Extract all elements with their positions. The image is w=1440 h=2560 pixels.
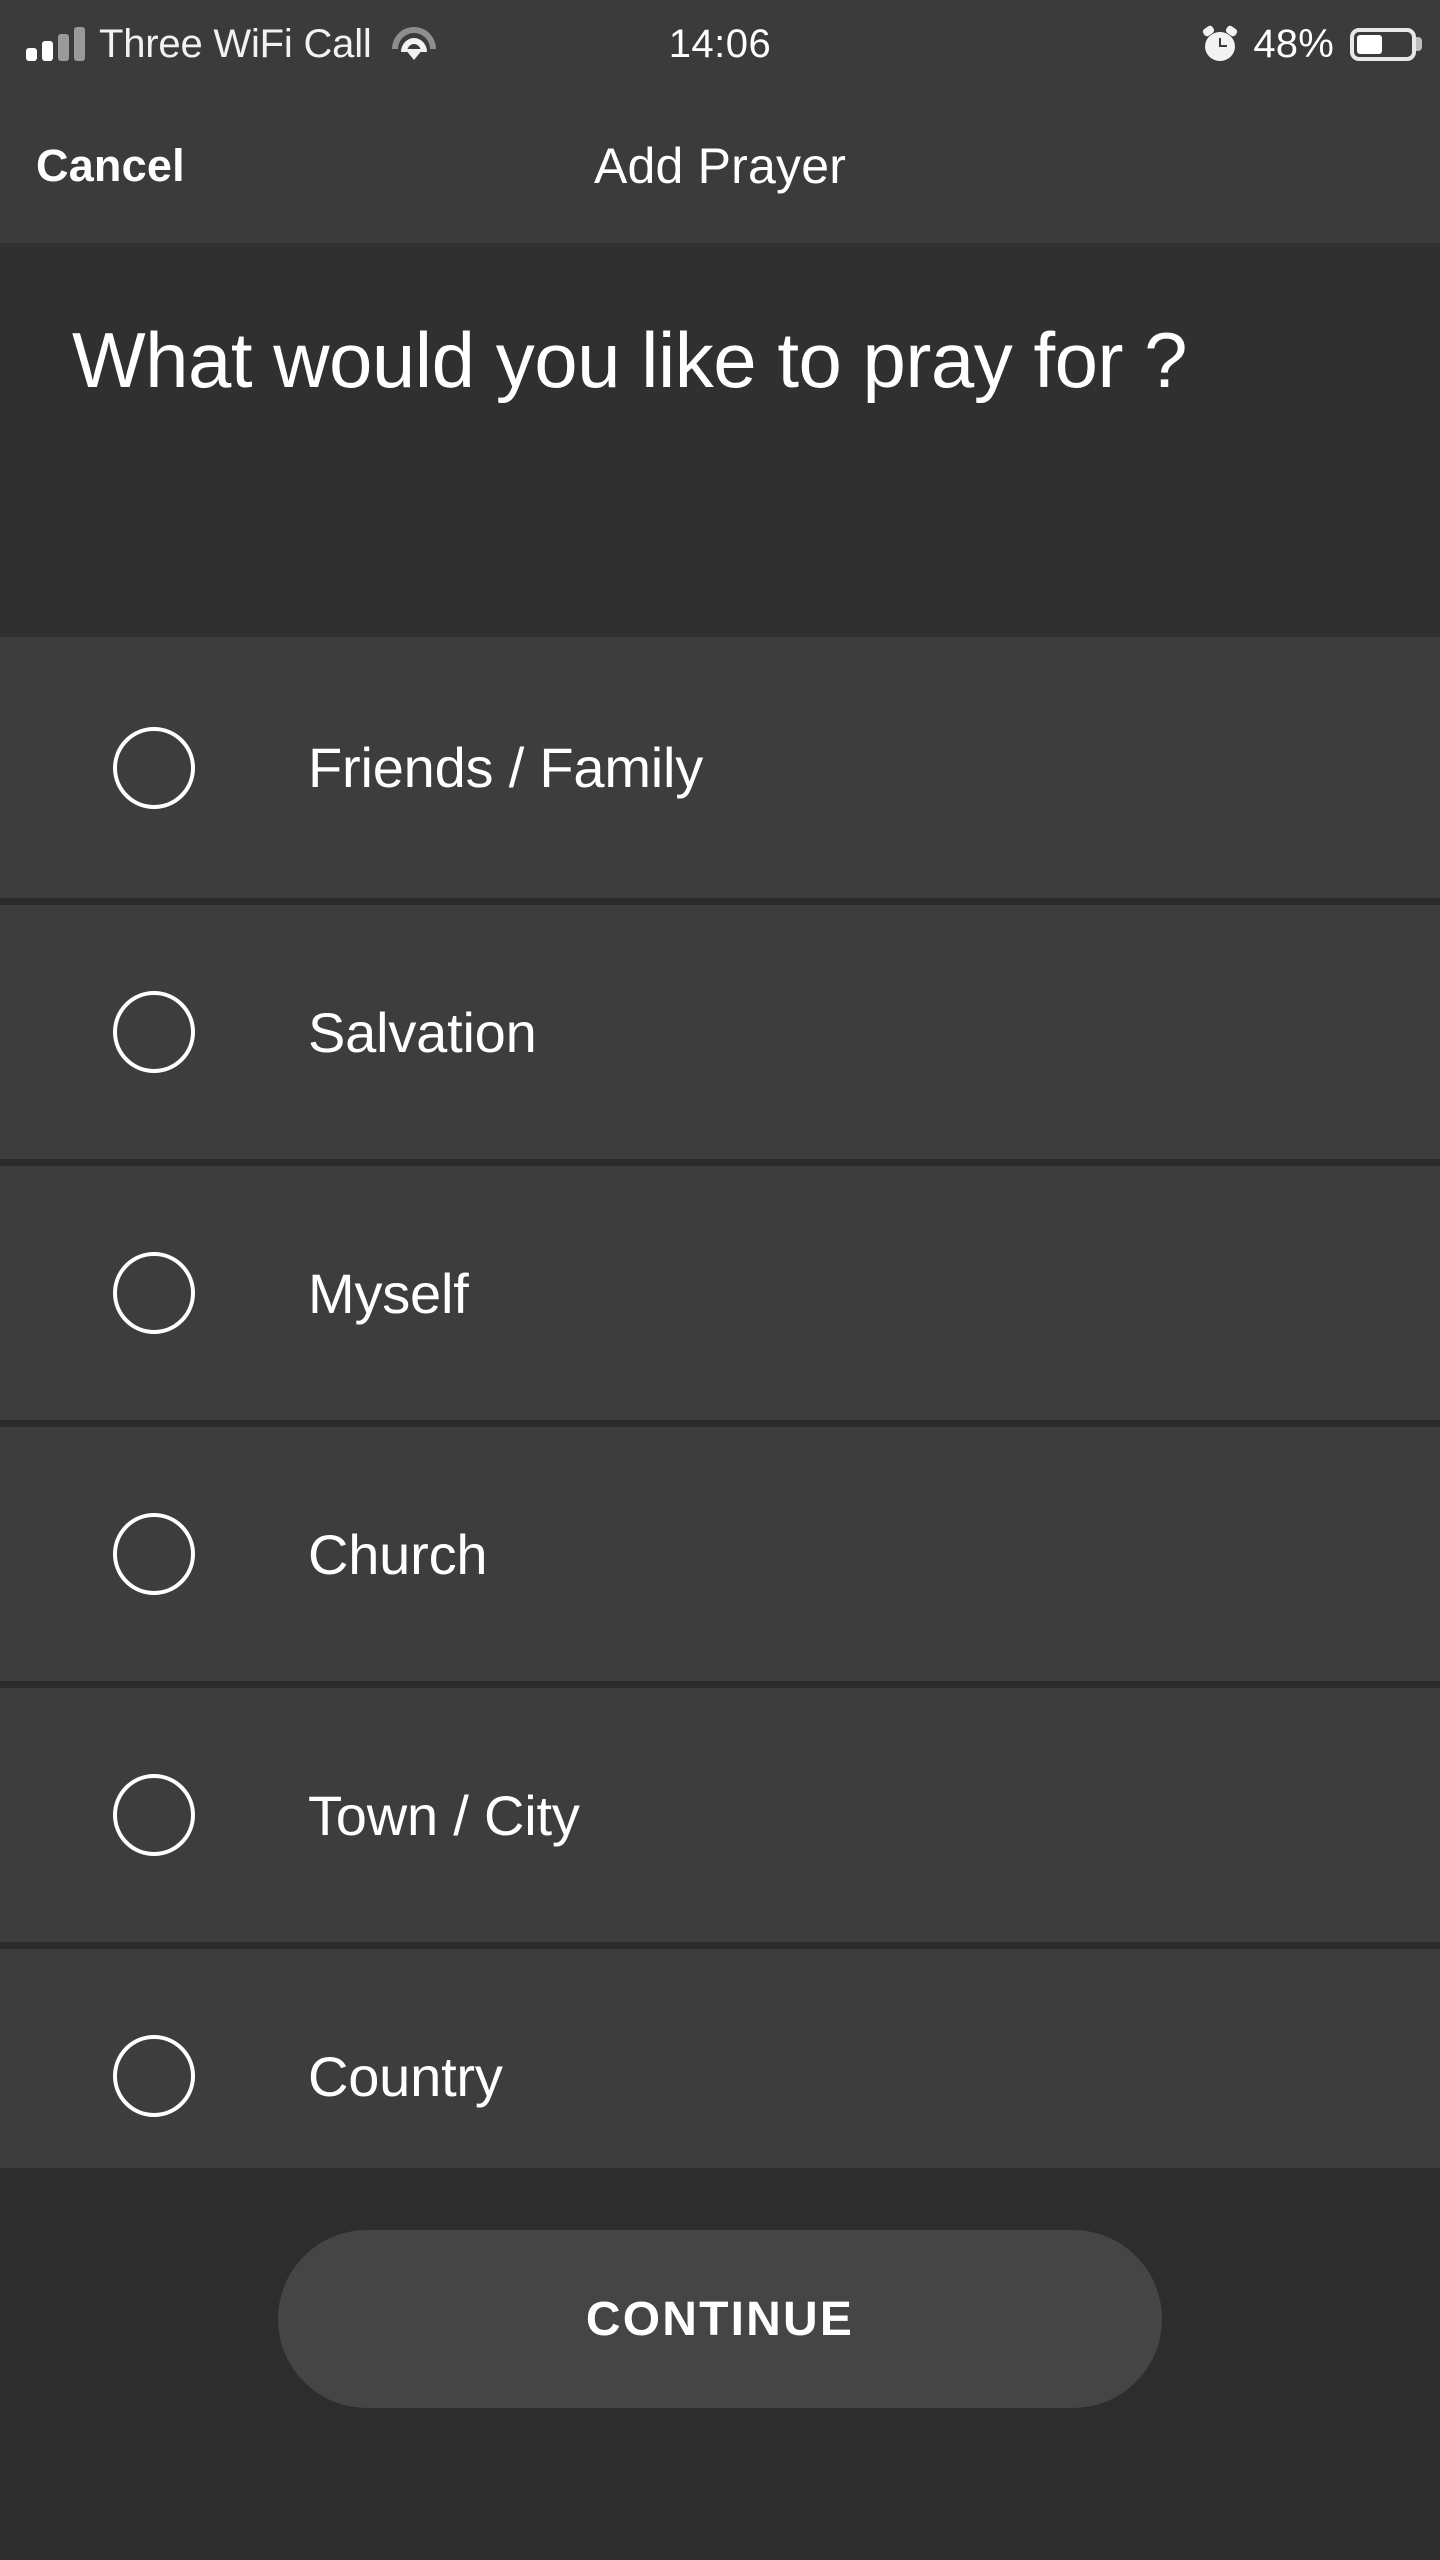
battery-percent-label: 48% (1253, 21, 1334, 66)
option-row[interactable]: Country (0, 1942, 1440, 2203)
heading-question: What would you like to pray for ? (72, 316, 1188, 404)
app-screen: Three WiFi Call 14:06 48% Cancel Add Pra… (0, 0, 1440, 2560)
option-row[interactable]: Friends / Family (0, 637, 1440, 898)
radio-button-icon[interactable] (113, 1252, 195, 1334)
alarm-clock-icon (1202, 24, 1239, 61)
option-label: Town / City (308, 1783, 580, 1847)
status-bar-right: 48% (1202, 21, 1422, 67)
page-title: Add Prayer (593, 137, 847, 194)
battery-icon (1350, 27, 1422, 61)
footer-section: CONTINUE (0, 2168, 1440, 2560)
option-row[interactable]: Church (0, 1420, 1440, 1681)
heading-section: What would you like to pray for ? (0, 243, 1440, 637)
option-row[interactable]: Town / City (0, 1681, 1440, 1942)
option-label: Salvation (308, 1000, 537, 1064)
option-label: Friends / Family (308, 736, 704, 799)
option-label: Myself (308, 1261, 469, 1325)
continue-button[interactable]: CONTINUE (278, 2230, 1162, 2408)
radio-button-icon[interactable] (113, 1774, 195, 1856)
option-label: Church (308, 1522, 488, 1586)
radio-button-icon[interactable] (113, 991, 195, 1073)
status-bar: Three WiFi Call 14:06 48% (0, 0, 1440, 88)
navigation-bar: Cancel Add Prayer (0, 88, 1440, 243)
prayer-category-list: Friends / Family Salvation Myself Church Tow… (0, 637, 1440, 2203)
option-label: Country (308, 2044, 503, 2108)
radio-button-icon[interactable] (113, 2035, 195, 2117)
radio-button-icon[interactable] (113, 726, 195, 809)
option-row[interactable]: Salvation (0, 898, 1440, 1159)
radio-button-icon[interactable] (113, 1513, 195, 1595)
option-row[interactable]: Myself (0, 1159, 1440, 1420)
